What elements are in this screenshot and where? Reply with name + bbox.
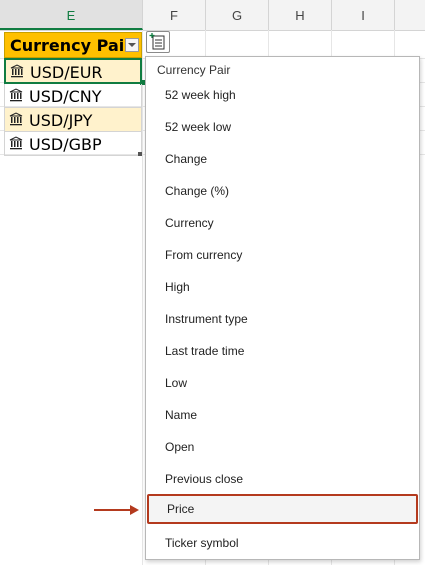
gridline	[142, 30, 143, 565]
menu-item-52-week-high[interactable]: 52 week high	[146, 80, 419, 110]
bank-icon	[10, 64, 24, 78]
arrow-icon	[94, 505, 139, 515]
menu-item-name[interactable]: Name	[146, 400, 419, 430]
column-header-e[interactable]: E	[0, 0, 143, 30]
menu-item-change[interactable]: Change	[146, 144, 419, 174]
menu-item-last-trade-time[interactable]: Last trade time	[146, 336, 419, 366]
column-header-bar: E F G H I	[0, 0, 425, 31]
currency-pair-value: USD/EUR	[30, 63, 103, 82]
column-header-h[interactable]: H	[269, 0, 332, 30]
field-dropdown-menu: Currency Pair 52 week high 52 week low C…	[145, 56, 420, 560]
menu-item-currency[interactable]: Currency	[146, 208, 419, 238]
bank-icon	[9, 136, 23, 150]
menu-item-previous-close[interactable]: Previous close	[146, 464, 419, 494]
column-header-i[interactable]: I	[332, 0, 395, 30]
menu-item-52-week-low[interactable]: 52 week low	[146, 112, 419, 142]
column-header-f[interactable]: F	[143, 0, 206, 30]
menu-item-instrument-type[interactable]: Instrument type	[146, 304, 419, 334]
table-header-label: Currency Pair	[10, 36, 133, 55]
insert-data-icon	[149, 33, 165, 50]
table-row[interactable]: USD/JPY	[4, 108, 142, 132]
menu-item-low[interactable]: Low	[146, 368, 419, 398]
bank-icon	[9, 112, 23, 126]
currency-pair-value: USD/CNY	[29, 87, 102, 106]
table-header-cell[interactable]: Currency Pair	[4, 32, 142, 58]
dropdown-title: Currency Pair	[157, 63, 231, 77]
currency-pair-value: USD/GBP	[29, 135, 102, 154]
filter-dropdown-icon[interactable]	[125, 38, 139, 52]
menu-item-ticker-symbol[interactable]: Ticker symbol	[146, 528, 419, 558]
table-row[interactable]: USD/EUR	[4, 58, 142, 84]
menu-item-change-percent[interactable]: Change (%)	[146, 176, 419, 206]
insert-data-button[interactable]	[146, 31, 170, 53]
column-header-g[interactable]: G	[206, 0, 269, 30]
menu-item-from-currency[interactable]: From currency	[146, 240, 419, 270]
table-row[interactable]: USD/GBP	[4, 132, 142, 156]
menu-item-high[interactable]: High	[146, 272, 419, 302]
menu-item-price[interactable]: Price	[147, 494, 418, 524]
currency-pair-value: USD/JPY	[29, 111, 93, 130]
menu-item-open[interactable]: Open	[146, 432, 419, 462]
table-row[interactable]: USD/CNY	[4, 84, 142, 108]
table-resize-handle[interactable]	[138, 152, 142, 156]
bank-icon	[9, 88, 23, 102]
